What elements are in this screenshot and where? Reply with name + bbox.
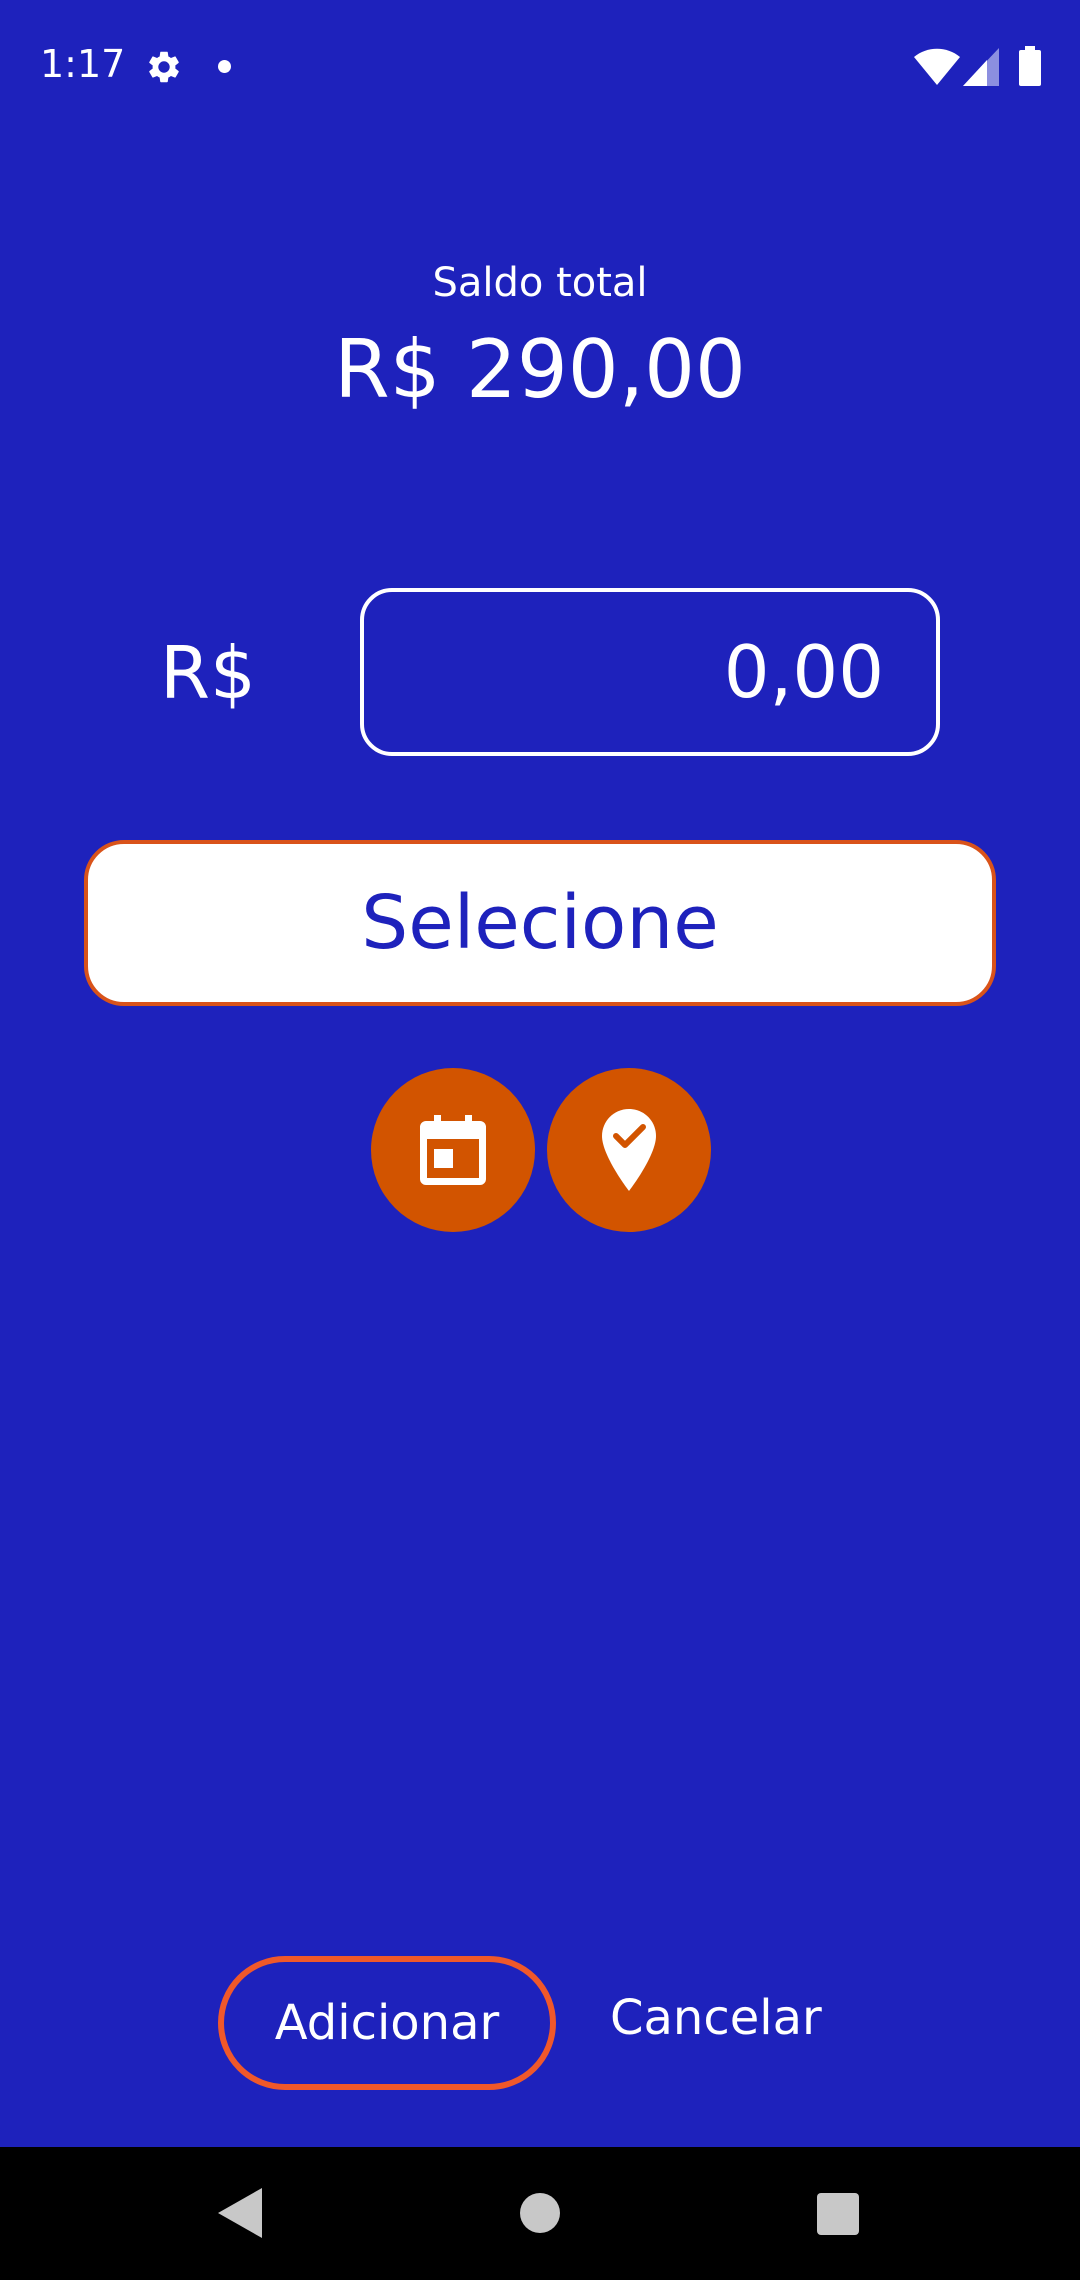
category-select-label: Selecione (361, 880, 719, 966)
notification-dot-icon (218, 60, 231, 73)
signal-icon (963, 48, 999, 86)
currency-label: R$ (160, 631, 256, 715)
location-button[interactable] (547, 1068, 711, 1232)
location-check-icon (602, 1109, 656, 1191)
balance-value: R$ 290,00 (334, 323, 746, 416)
back-icon[interactable] (218, 2188, 262, 2238)
balance-label: Saldo total (432, 260, 648, 306)
recents-icon[interactable] (817, 2193, 859, 2235)
calendar-button[interactable] (371, 1068, 535, 1232)
add-button-label: Adicionar (274, 1995, 500, 2051)
status-time: 1:17 (40, 42, 126, 86)
calendar-icon (420, 1115, 486, 1185)
home-icon[interactable] (520, 2193, 560, 2233)
battery-icon (1019, 46, 1041, 86)
gear-icon (149, 51, 179, 83)
category-select[interactable]: Selecione (84, 840, 996, 1006)
amount-input[interactable] (360, 588, 940, 756)
add-button[interactable]: Adicionar (218, 1956, 556, 2090)
cancel-button[interactable]: Cancelar (610, 1990, 822, 2046)
wifi-icon (914, 48, 960, 85)
